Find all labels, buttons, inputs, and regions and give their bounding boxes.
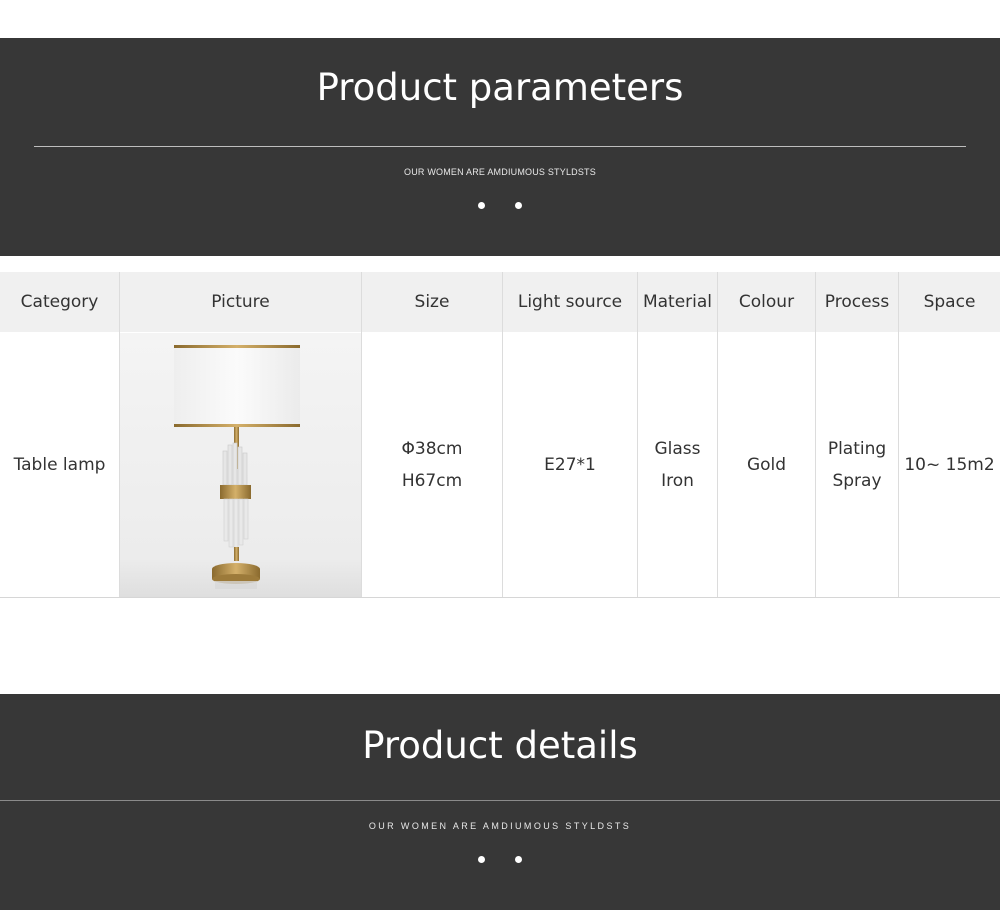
material-glass: Glass xyxy=(654,439,701,459)
cell-category: Table lamp xyxy=(0,332,120,598)
category-value: Table lamp xyxy=(13,455,106,475)
header-category: Category xyxy=(0,272,120,332)
section-title: Product details xyxy=(362,724,638,767)
header-space: Space xyxy=(899,272,1000,332)
cell-size: Φ38cm H67cm xyxy=(362,332,503,598)
header-colour: Colour xyxy=(718,272,816,332)
product-details-banner: Product details OUR WOMEN ARE AMDIUMOUS … xyxy=(0,694,1000,910)
section-title: Product parameters xyxy=(316,66,684,109)
size-height: H67cm xyxy=(401,471,463,491)
section-subtitle: OUR WOMEN ARE AMDIUMOUS STYLDSTS xyxy=(404,167,596,177)
dot-icon xyxy=(478,856,485,863)
dot-icon xyxy=(515,202,522,209)
cell-material: Glass Iron xyxy=(638,332,718,598)
cell-colour: Gold xyxy=(718,332,816,598)
product-parameters-table: Category Picture Size Light source Mater… xyxy=(0,272,1000,598)
header-light-source: Light source xyxy=(503,272,638,332)
process-spray: Spray xyxy=(832,471,882,491)
divider xyxy=(0,800,1000,801)
space-value: 10~ 15m2 xyxy=(904,455,995,475)
header-material: Material xyxy=(638,272,718,332)
dot-icon xyxy=(515,856,522,863)
product-parameters-banner: Product parameters OUR WOMEN ARE AMDIUMO… xyxy=(0,38,1000,256)
size-diameter: Φ38cm xyxy=(401,439,463,459)
cell-process: Plating Spray xyxy=(816,332,899,598)
decorative-dots xyxy=(0,194,1000,209)
section-subtitle: OUR WOMEN ARE AMDIUMOUS STYLDSTS xyxy=(368,821,632,831)
dot-icon xyxy=(478,202,485,209)
table-lamp-image xyxy=(120,332,361,598)
divider xyxy=(34,146,966,147)
cell-picture xyxy=(120,332,362,598)
table-bottom-border xyxy=(0,597,1000,598)
material-iron: Iron xyxy=(661,471,694,491)
header-size: Size xyxy=(362,272,503,332)
header-process: Process xyxy=(816,272,899,332)
colour-value: Gold xyxy=(746,455,787,475)
header-picture: Picture xyxy=(120,272,362,332)
cell-space: 10~ 15m2 xyxy=(899,332,1000,598)
decorative-dots xyxy=(0,848,1000,863)
process-plating: Plating xyxy=(827,439,887,459)
light-source-value: E27*1 xyxy=(544,455,596,475)
cell-light-source: E27*1 xyxy=(503,332,638,598)
